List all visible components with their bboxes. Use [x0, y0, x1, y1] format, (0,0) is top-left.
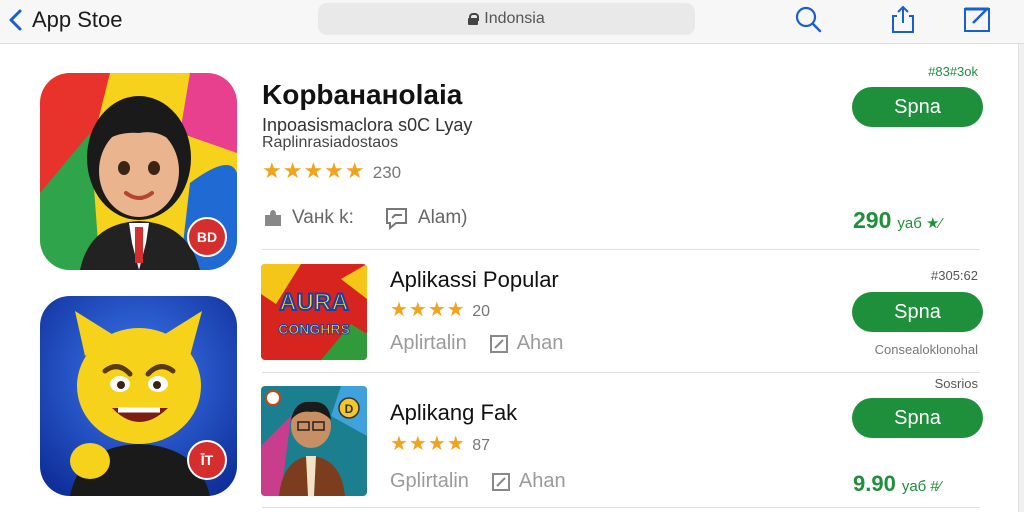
- top-bar: App Stoe Indonsia: [0, 0, 1024, 44]
- app-2-rating-count: 87: [472, 437, 491, 454]
- featured-rating-count: 230: [372, 163, 402, 182]
- app-1-meta-1: Aplirtalin: [390, 332, 467, 354]
- coin-icon-text: D: [345, 402, 354, 416]
- app-2-price-value: 9.90: [853, 471, 896, 496]
- divider: [262, 249, 980, 250]
- aura-icon-text: AURA: [279, 289, 348, 316]
- app-1-rating-count: 20: [472, 303, 491, 320]
- app-1-meta-2: Ahan: [516, 332, 564, 354]
- app-2-meta: Gplirtalin Ahan: [390, 470, 566, 493]
- featured-get-button[interactable]: Spna: [852, 87, 983, 127]
- app-1-meta: Aplirtalin Ahan: [390, 332, 563, 355]
- app-2-get-button[interactable]: Spna: [852, 398, 983, 438]
- app-2-title[interactable]: Aplikang Fak: [390, 400, 517, 426]
- address-text: Indonsia: [484, 10, 545, 27]
- featured-subtitle-1: Inpoasismaclora s0C Lyay: [262, 115, 473, 135]
- featured-title[interactable]: Kopbaнaнolaia: [262, 79, 462, 111]
- featured-rating: ★★★★★ 230: [262, 158, 401, 184]
- divider: [262, 507, 980, 508]
- app-1-rating: ★★★★ 20: [390, 297, 490, 322]
- compose-icon[interactable]: [962, 4, 992, 34]
- share-icon[interactable]: [888, 4, 918, 34]
- aura-icon-text-2: CONGHRS: [278, 321, 350, 337]
- featured-top-label: #83#3ok: [928, 64, 978, 79]
- app-1-title[interactable]: Aplikassi Popular: [390, 267, 559, 293]
- back-button[interactable]: App Stoe: [6, 6, 123, 34]
- app-2-meta-2: Ahan: [518, 470, 566, 492]
- cat-app-icon[interactable]: ĪT: [40, 296, 237, 496]
- app-1-stars: ★★★★: [390, 299, 466, 321]
- address-bar[interactable]: Indonsia: [318, 3, 695, 35]
- chevron-left-icon: [9, 9, 22, 31]
- app-2-top-label: Sosrios: [934, 376, 978, 391]
- featured-meta-2: Alam): [417, 207, 468, 228]
- back-label: App Stoe: [32, 7, 123, 32]
- man-illustration: D: [261, 386, 367, 496]
- edit-icon: [489, 334, 508, 353]
- app-1-get-button[interactable]: Spna: [852, 292, 983, 332]
- featured-price-unit: yaб ★⁄: [897, 215, 942, 232]
- lock-icon: [468, 13, 480, 25]
- cat-badge: ĪT: [187, 440, 227, 480]
- app-1-bottom-label: Consealoklonohal: [874, 342, 978, 357]
- featured-subtitle-2: Raplinrasiadostaos: [262, 134, 399, 151]
- featured-meta: Vaнk k: Alam): [262, 206, 468, 230]
- puzzle-icon: [265, 210, 281, 226]
- search-icon[interactable]: [793, 4, 823, 34]
- app-2-rating: ★★★★ 87: [390, 431, 490, 456]
- divider: [262, 372, 980, 373]
- featured-price: 290 yaб ★⁄: [853, 207, 942, 234]
- aura-logo-illustration: AURA CONGHRS: [261, 264, 367, 360]
- app-2-price-unit: yaб #⁄: [901, 478, 942, 495]
- scrollbar[interactable]: [1018, 44, 1024, 512]
- featured-stars: ★★★★★: [262, 158, 366, 183]
- chat-icon: [385, 208, 407, 230]
- man-app-icon[interactable]: D: [261, 386, 367, 496]
- app-2-price: 9.90 yaб #⁄: [853, 471, 941, 497]
- featured-app-icon[interactable]: BD: [40, 73, 237, 270]
- edit-icon: [491, 472, 510, 491]
- app-2-meta-1: Gplirtalin: [390, 470, 469, 492]
- app-2-stars: ★★★★: [390, 433, 466, 455]
- app-1-top-label: #305:62: [931, 268, 978, 283]
- aura-app-icon[interactable]: AURA CONGHRS: [261, 264, 367, 360]
- featured-meta-1: Vaнk k:: [292, 207, 354, 228]
- featured-badge: BD: [187, 217, 227, 257]
- featured-price-value: 290: [853, 207, 892, 233]
